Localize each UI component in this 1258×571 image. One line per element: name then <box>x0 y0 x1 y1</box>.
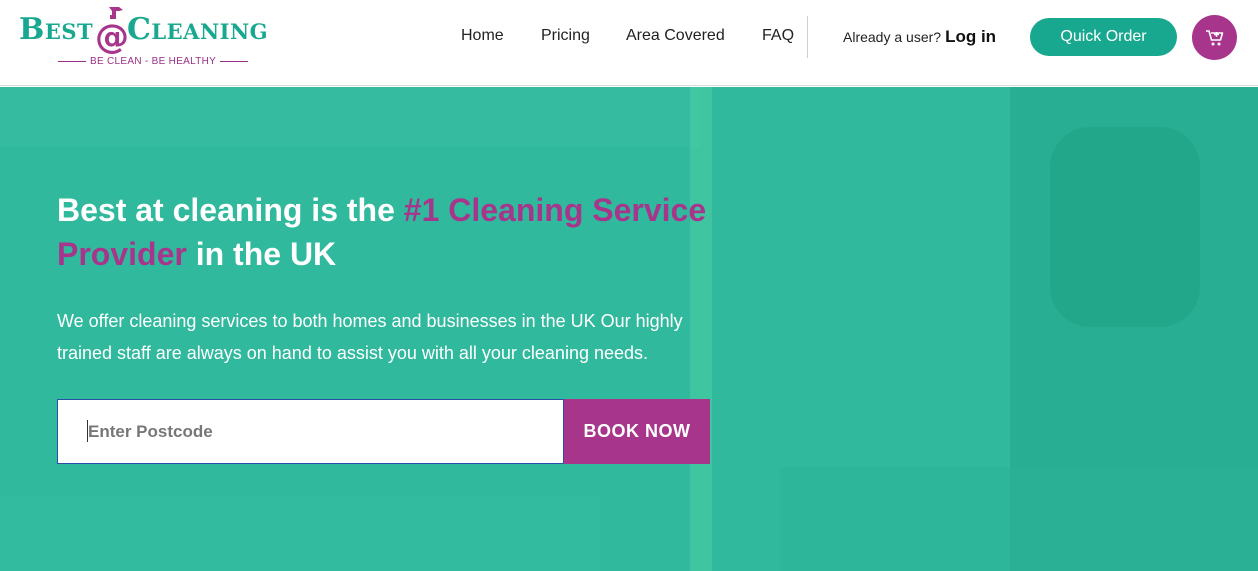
login-link[interactable]: Log in <box>945 27 996 46</box>
cart-icon <box>1205 29 1223 45</box>
text-caret <box>87 420 88 442</box>
book-now-button[interactable]: BOOK NOW <box>564 399 710 464</box>
logo-tagline: BE CLEAN - BE HEALTHY <box>54 56 252 67</box>
hero-description: We offer cleaning services to both homes… <box>57 311 683 363</box>
hero-title: Best at cleaning is the #1 Cleaning Serv… <box>57 188 737 276</box>
nav-area-covered-link[interactable]: Area Covered <box>626 27 725 45</box>
site-header: Best @ Cleaning BE CLEAN - BE HEALTHY Ho… <box>0 0 1258 86</box>
nav-divider <box>807 16 808 58</box>
quick-order-button[interactable]: Quick Order <box>1030 18 1177 56</box>
best-cleaning-logo[interactable]: Best @ Cleaning BE CLEAN - BE HEALTHY <box>19 4 281 70</box>
nav-home-link[interactable]: Home <box>461 27 504 45</box>
logo-word-cleaning: Cleaning <box>127 12 269 47</box>
hero-title-part1: Best at cleaning is the <box>57 192 404 228</box>
nav-faq-link[interactable]: FAQ <box>762 27 794 45</box>
already-user-text: Already a user? <box>843 29 942 45</box>
logo-word-best: Best <box>19 12 94 47</box>
login-prompt: Already a user? Log in <box>843 27 996 47</box>
hero-section: Best at cleaning is the #1 Cleaning Serv… <box>0 87 1258 571</box>
hero-title-part2: in the UK <box>186 236 337 272</box>
nav-pricing-link[interactable]: Pricing <box>541 27 590 45</box>
postcode-input[interactable] <box>57 399 564 464</box>
cart-button[interactable] <box>1192 15 1237 60</box>
logo-at-symbol: @ <box>95 17 129 54</box>
spray-bottle-at-icon: @ <box>95 7 129 54</box>
